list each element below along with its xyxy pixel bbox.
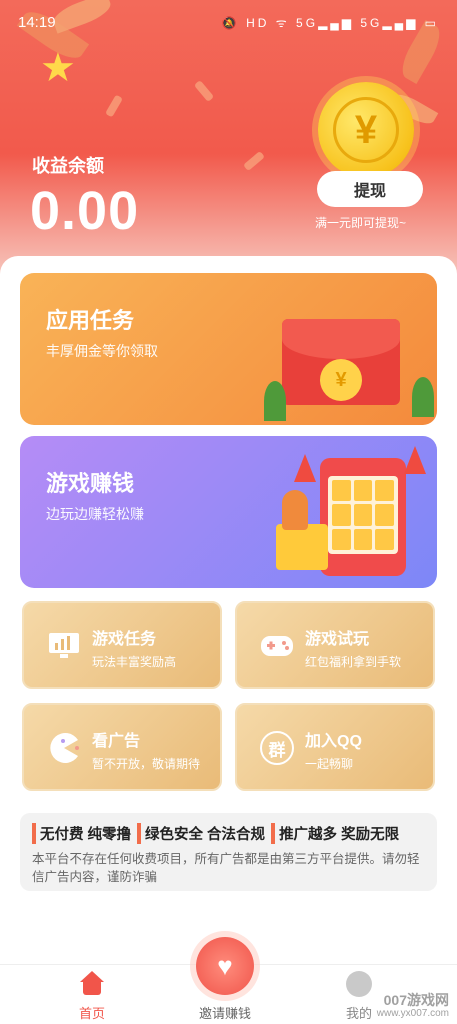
game-trial-card[interactable]: 游戏试玩 红包福利拿到手软 — [235, 601, 435, 689]
person-illustration — [282, 490, 308, 530]
notice-text: 本平台不存在任何收费项目，所有广告都是由第三方平台提供。请勿轻信广告内容，谨防诈… — [32, 852, 420, 884]
game-task-subtitle: 玩法丰富奖励高 — [92, 655, 177, 669]
game-trial-subtitle: 红包福利拿到手软 — [305, 655, 402, 669]
watch-ads-subtitle: 暂不开放，敬请期待 — [92, 757, 201, 771]
nav-mine[interactable]: 我的 — [346, 971, 372, 1022]
game-earn-title: 游戏赚钱 — [46, 471, 135, 496]
coin-icon: ¥ — [320, 359, 362, 401]
watch-ads-card[interactable]: 看广告 暂不开放，敬请期待 — [22, 703, 222, 791]
coin-symbol: ¥ — [333, 97, 399, 163]
plant-decoration — [264, 381, 286, 421]
yuan-coin-icon: ¥ — [318, 82, 414, 178]
confetti-decoration — [193, 80, 215, 102]
status-time: 14:19 — [18, 14, 56, 31]
finger-heart-icon: ♥ — [196, 937, 254, 995]
plant-decoration — [412, 377, 434, 417]
notice-box: 无付费 纯零撸 绿色安全 合法合规 推广越多 奖励无限 本平台不存在任何收费项目… — [20, 813, 437, 891]
game-trial-title: 游戏试玩 — [305, 631, 370, 648]
app-task-card[interactable]: 应用任务 丰厚佣金等你领取 ¥ — [20, 273, 437, 425]
gift-box-illustration — [276, 524, 328, 570]
watermark: 007游戏网 — [383, 992, 449, 1008]
watch-ads-title: 看广告 — [92, 733, 141, 750]
nav-invite-label: 邀请赚钱 — [198, 1006, 251, 1021]
monitor-chart-icon — [44, 627, 84, 665]
withdraw-button[interactable]: 提现 — [317, 171, 423, 207]
join-qq-subtitle: 一起畅聊 — [305, 757, 354, 771]
lantern-decoration — [294, 454, 316, 482]
group-icon-text: 群 — [260, 731, 294, 765]
game-task-title: 游戏任务 — [92, 631, 157, 648]
user-icon — [346, 971, 372, 997]
nav-mine-label: 我的 — [346, 1006, 373, 1021]
notice-tag: 推广越多 奖励无限 — [271, 823, 399, 844]
app-task-subtitle: 丰厚佣金等你领取 — [46, 343, 158, 359]
withdraw-hint: 满一元即可提现~ — [315, 216, 407, 230]
slot-machine-illustration — [320, 458, 406, 576]
gamepad-icon — [257, 627, 297, 665]
game-earn-card[interactable]: 游戏赚钱 边玩边赚轻松赚 — [20, 436, 437, 588]
notice-tags: 无付费 纯零撸 绿色安全 合法合规 推广越多 奖励无限 — [32, 823, 425, 844]
status-bar: 14:19 🔕 HD ᯤ 5G▂▄▆ 5G▂▄▆ ▭ — [0, 0, 457, 40]
home-icon — [78, 971, 106, 997]
pacman-icon — [44, 729, 84, 767]
balance-label: 收益余额 — [32, 156, 104, 176]
header-banner: ★ 14:19 🔕 HD ᯤ 5G▂▄▆ 5G▂▄▆ ▭ ¥ 收益余额 0.00… — [0, 0, 457, 280]
watermark-url: www.yx007.com — [376, 1008, 449, 1019]
notice-tag: 绿色安全 合法合规 — [137, 823, 265, 844]
game-earn-subtitle: 边玩边赚轻松赚 — [46, 506, 144, 522]
notice-tag: 无付费 纯零撸 — [32, 823, 131, 844]
confetti-decoration — [105, 94, 123, 118]
confetti-decoration — [243, 150, 265, 172]
join-qq-card[interactable]: 群 加入QQ 一起畅聊 — [235, 703, 435, 791]
nav-home[interactable]: 首页 — [78, 971, 106, 1022]
group-chat-icon: 群 — [257, 729, 297, 767]
nav-invite[interactable]: ♥ 邀请赚钱 — [196, 937, 254, 1022]
lantern-decoration — [404, 446, 426, 474]
nav-home-label: 首页 — [78, 1006, 105, 1021]
star-icon: ★ — [40, 46, 76, 90]
game-task-card[interactable]: 游戏任务 玩法丰富奖励高 — [22, 601, 222, 689]
app-task-title: 应用任务 — [46, 308, 135, 333]
status-icons: 🔕 HD ᯤ 5G▂▄▆ 5G▂▄▆ ▭ — [221, 16, 439, 30]
balance-value: 0.00 — [30, 181, 140, 241]
join-qq-title: 加入QQ — [305, 733, 362, 750]
